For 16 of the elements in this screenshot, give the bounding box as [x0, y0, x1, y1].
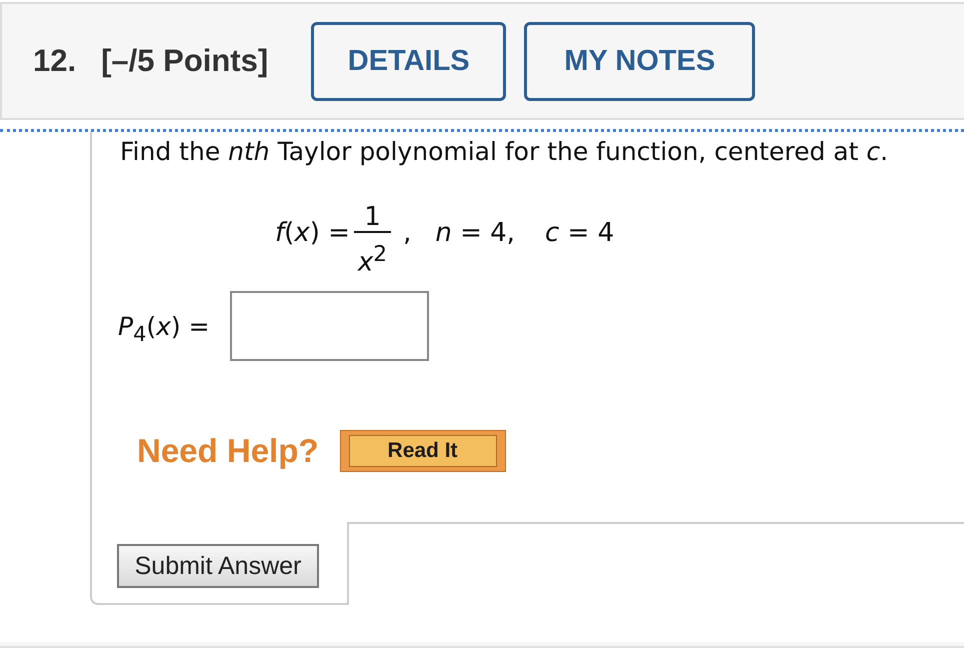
answer-field[interactable]: [230, 290, 429, 361]
question-number: 12.: [33, 43, 76, 79]
parameter-text: n = 4,: [435, 218, 515, 248]
formula-comma: ,: [403, 218, 412, 248]
parameter-text: c = 4: [544, 218, 614, 248]
read-it-button[interactable]: Read It: [340, 430, 506, 472]
notes-button[interactable]: MY NOTES: [524, 22, 756, 100]
function-label: f(x) =: [275, 218, 350, 248]
fraction-numerator: 1: [363, 203, 382, 231]
answer-label: P$_{4}$(x) =: [118, 310, 210, 346]
submit-button[interactable]: Submit Answer: [117, 544, 319, 588]
help-label: Need Help?: [137, 432, 319, 470]
details-button[interactable]: DETAILS: [311, 22, 506, 100]
fraction-denominator: x$^{2}$: [356, 241, 388, 277]
question-text: Find the nth Taylor polynomial for the function, centered at c.: [120, 137, 890, 167]
points-label: [–/5 Points]: [101, 43, 268, 79]
